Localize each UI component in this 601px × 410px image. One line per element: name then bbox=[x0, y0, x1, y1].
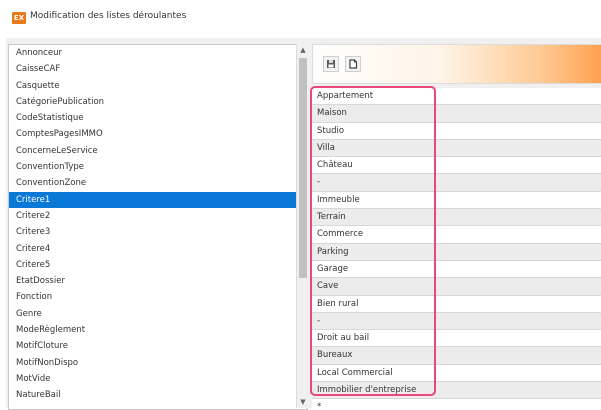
value-row[interactable]: Immeuble bbox=[312, 191, 601, 210]
value-row[interactable]: Villa bbox=[312, 139, 601, 158]
list-scrollbar[interactable]: ▲ ▼ bbox=[296, 44, 309, 408]
value-row[interactable]: Immobilier d'entreprise bbox=[312, 382, 601, 400]
scroll-down-arrow-icon[interactable]: ▼ bbox=[297, 396, 309, 408]
list-item[interactable]: ConventionZone bbox=[9, 175, 307, 191]
value-row[interactable]: - bbox=[312, 312, 601, 331]
value-row[interactable]: Droit au bail bbox=[312, 330, 601, 348]
list-item[interactable]: CaisseCAF bbox=[9, 61, 307, 77]
scroll-up-arrow-icon[interactable]: ▲ bbox=[297, 44, 309, 56]
list-item[interactable]: Critere1 bbox=[9, 191, 307, 208]
new-document-button[interactable] bbox=[345, 56, 361, 72]
list-item[interactable]: ConventionType bbox=[9, 159, 307, 175]
window-title: Modification des listes déroulantes bbox=[30, 11, 187, 21]
value-row[interactable]: Appartement bbox=[312, 88, 601, 106]
list-item[interactable]: Genre bbox=[9, 306, 307, 322]
list-item[interactable]: Annonceur bbox=[9, 45, 307, 61]
list-names: Annonceur CaisseCAF Casquette CatégoriePubl… bbox=[9, 45, 307, 404]
list-item[interactable]: Casquette bbox=[9, 78, 307, 94]
title-bar: EX Modification des listes déroulantes bbox=[0, 0, 601, 38]
save-button[interactable] bbox=[323, 56, 339, 72]
new-document-icon bbox=[349, 59, 358, 69]
list-item[interactable]: MotifCloture bbox=[9, 338, 307, 354]
list-item[interactable]: NatureBail bbox=[9, 387, 307, 403]
list-item[interactable]: MotifNonDispo bbox=[9, 355, 307, 371]
list-item[interactable]: ModeRèglement bbox=[9, 322, 307, 338]
value-row[interactable]: Studio bbox=[312, 122, 601, 140]
value-row[interactable]: Local Commercial bbox=[312, 364, 601, 383]
list-item[interactable]: Fonction bbox=[9, 289, 307, 305]
values-grid[interactable]: Appartement Maison Studio Villa Château - Imme… bbox=[312, 88, 601, 408]
list-item[interactable]: CodeStatistique bbox=[9, 110, 307, 126]
save-icon bbox=[327, 60, 335, 68]
list-item[interactable]: Critere3 bbox=[9, 224, 307, 240]
list-item[interactable]: EtatDossier bbox=[9, 273, 307, 289]
value-row[interactable]: Bureaux bbox=[312, 347, 601, 365]
value-row[interactable]: Garage bbox=[312, 260, 601, 279]
value-row[interactable]: Commerce bbox=[312, 226, 601, 244]
list-item[interactable]: Critere5 bbox=[9, 257, 307, 273]
value-row[interactable]: Château bbox=[312, 157, 601, 175]
value-row[interactable]: Terrain bbox=[312, 209, 601, 227]
app-icon: EX bbox=[12, 12, 26, 24]
list-item[interactable]: MotVide bbox=[9, 371, 307, 387]
list-item[interactable]: Critere4 bbox=[9, 241, 307, 257]
values-toolbar bbox=[312, 44, 601, 84]
value-row[interactable]: - bbox=[312, 174, 601, 192]
scroll-thumb[interactable] bbox=[299, 58, 307, 278]
list-names-panel[interactable]: Annonceur CaisseCAF Casquette CatégoriePubl… bbox=[8, 44, 308, 410]
value-row[interactable]: * bbox=[312, 399, 601, 408]
list-item[interactable]: CatégoriePublication bbox=[9, 94, 307, 110]
value-row[interactable]: Maison bbox=[312, 105, 601, 123]
list-item[interactable]: ConcerneLeService bbox=[9, 143, 307, 159]
value-row[interactable]: Parking bbox=[312, 243, 601, 261]
list-item[interactable]: Critere2 bbox=[9, 208, 307, 224]
list-item[interactable]: ComptesPagesIMMO bbox=[9, 126, 307, 142]
value-row[interactable]: Bien rural bbox=[312, 295, 601, 313]
value-row[interactable]: Cave bbox=[312, 278, 601, 296]
